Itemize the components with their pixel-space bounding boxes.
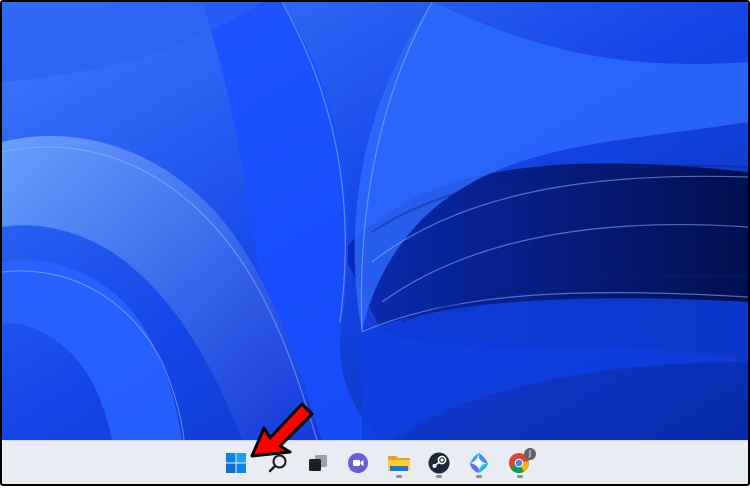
steam-button[interactable] (423, 447, 455, 479)
task-view-button[interactable] (302, 447, 334, 479)
steam-icon (428, 452, 450, 474)
photos-icon (470, 453, 488, 473)
photos-button[interactable] (463, 447, 495, 479)
running-indicator (436, 475, 442, 478)
chrome-button[interactable]: J (504, 447, 536, 479)
chat-icon (348, 453, 368, 473)
running-indicator (517, 475, 523, 478)
folder-icon (388, 456, 410, 471)
profile-badge: J (524, 448, 536, 460)
start-button[interactable] (220, 447, 252, 479)
search-button[interactable] (262, 447, 294, 479)
task-view-icon (309, 455, 327, 471)
running-indicator (476, 475, 482, 478)
file-explorer-button[interactable] (383, 447, 415, 479)
windows-logo-icon (226, 453, 246, 473)
search-icon (268, 454, 287, 473)
desktop: J (2, 2, 748, 484)
taskbar: J (2, 440, 748, 484)
running-indicator (396, 475, 402, 478)
teams-chat-button[interactable] (342, 447, 374, 479)
desktop-wallpaper (2, 2, 748, 440)
